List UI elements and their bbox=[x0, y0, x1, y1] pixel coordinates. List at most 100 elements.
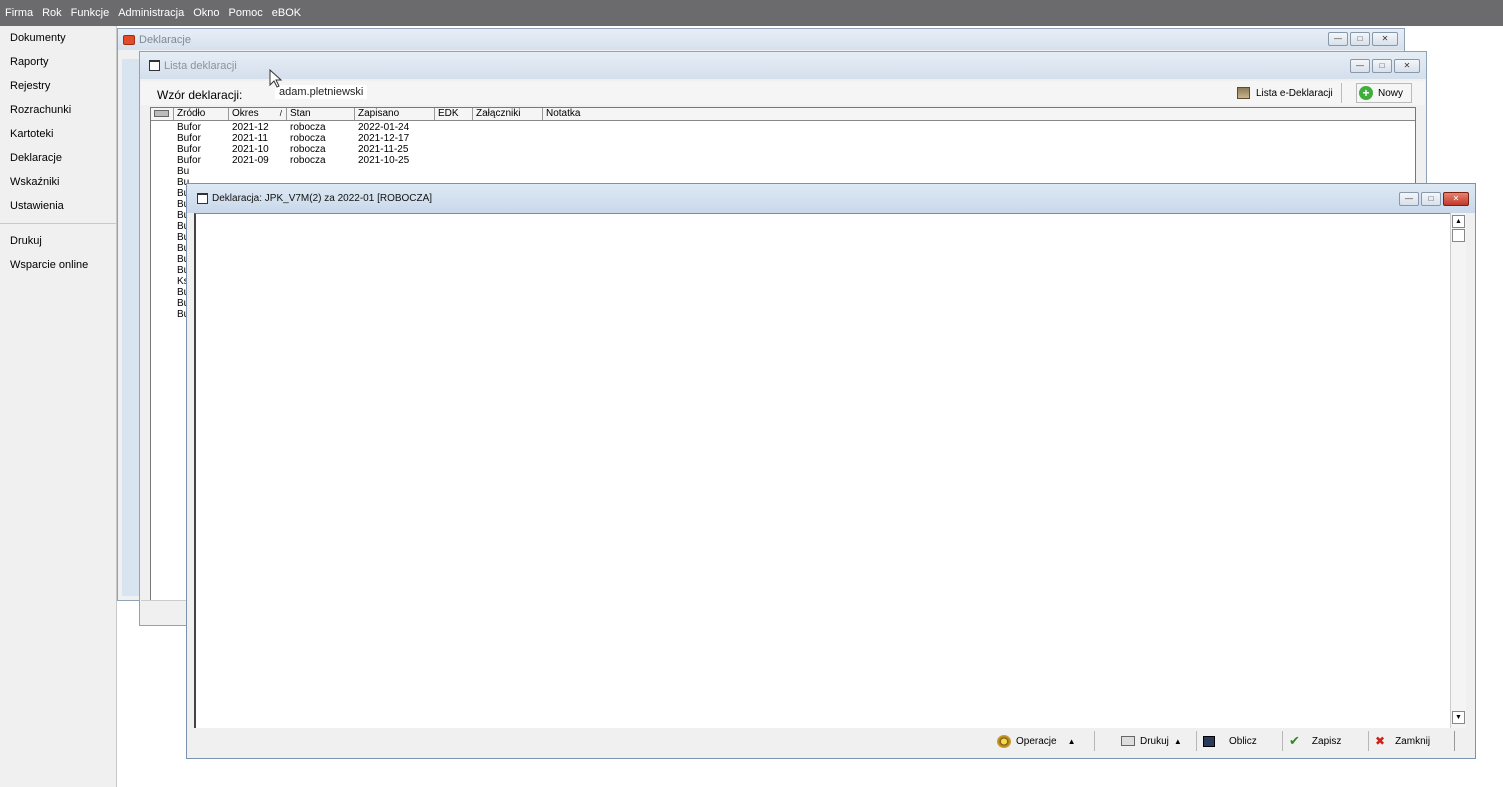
menu-rok[interactable]: Rok bbox=[42, 7, 62, 19]
caret-up-icon: ▲ bbox=[1067, 736, 1076, 746]
row-select-cell bbox=[151, 309, 174, 320]
menu-firma[interactable]: Firma bbox=[5, 7, 33, 19]
vertical-scrollbar[interactable]: ▲ ▼ bbox=[1450, 213, 1466, 728]
calculator-icon bbox=[1203, 735, 1215, 747]
sidebar-item-raporty[interactable]: Raporty bbox=[0, 50, 116, 74]
table-row[interactable]: Bufor 2021-11 robocza 2021-12-17 bbox=[151, 133, 1415, 144]
menu-bar: Firma Rok Funkcje Administracja Okno Pom… bbox=[0, 0, 1503, 26]
table-cell: robocza bbox=[290, 133, 326, 144]
table-cell: 2021-10 bbox=[232, 144, 269, 155]
sidebar-item-rejestry[interactable]: Rejestry bbox=[0, 74, 116, 98]
maximize-icon[interactable]: □ bbox=[1372, 59, 1392, 73]
drukuj-button[interactable]: Drukuj ▲ bbox=[1115, 731, 1197, 751]
operacje-button[interactable]: Operacje ▲ bbox=[991, 731, 1095, 751]
close-icon[interactable]: ✕ bbox=[1443, 192, 1469, 206]
wzor-value-tooltip[interactable]: adam.pletniewski bbox=[275, 85, 368, 99]
row-select-cell bbox=[151, 221, 174, 232]
table-row[interactable]: Bu bbox=[151, 166, 1415, 177]
table-cell: 2021-10-25 bbox=[358, 155, 410, 166]
table-row[interactable]: Bufor 2021-10 robocza 2021-11-25 bbox=[151, 144, 1415, 155]
wzor-label: Wzór deklaracji: bbox=[157, 88, 243, 102]
printer-icon bbox=[1121, 736, 1135, 746]
scroll-thumb[interactable] bbox=[1452, 229, 1465, 242]
col-notatka[interactable]: Notatka bbox=[543, 108, 643, 120]
table-cell: robocza bbox=[290, 122, 326, 133]
table-cell: Bufor bbox=[177, 122, 201, 133]
select-all-icon bbox=[154, 110, 169, 117]
table-cell: Bufor bbox=[177, 133, 201, 144]
menu-funkcje[interactable]: Funkcje bbox=[71, 7, 110, 19]
bottom-toolbar: Operacje ▲ Drukuj ▲ Oblicz ✔ Zapisz ✖ Za… bbox=[991, 731, 1455, 751]
zapisz-button[interactable]: ✔ Zapisz bbox=[1283, 731, 1369, 751]
lista-e-deklaracji-button[interactable]: Lista e-Deklaracji bbox=[1237, 83, 1342, 103]
menu-ebok[interactable]: eBOK bbox=[272, 7, 301, 19]
sidebar-item-kartoteki[interactable]: Kartoteki bbox=[0, 122, 116, 146]
row-select-cell bbox=[151, 133, 174, 144]
table-cell: robocza bbox=[290, 144, 326, 155]
sidebar-item-deklaracje[interactable]: Deklaracje bbox=[0, 146, 116, 170]
edit-doc-icon bbox=[149, 60, 160, 71]
row-select-cell bbox=[151, 188, 174, 199]
gears-icon bbox=[997, 734, 1011, 748]
table-cell: 2021-11-25 bbox=[358, 144, 409, 155]
plus-icon: + bbox=[1359, 86, 1373, 100]
oblicz-button[interactable]: Oblicz bbox=[1197, 731, 1283, 751]
scroll-up-icon[interactable]: ▲ bbox=[1452, 215, 1465, 228]
maximize-icon[interactable]: □ bbox=[1421, 192, 1441, 206]
col-zapisano[interactable]: Zapisano bbox=[355, 108, 435, 120]
table-cell: 2022-01-24 bbox=[358, 122, 410, 133]
window-body bbox=[122, 59, 140, 596]
sidebar-item-dokumenty[interactable]: Dokumenty bbox=[0, 26, 116, 50]
col-stan[interactable]: Stan bbox=[287, 108, 355, 120]
window-title: Deklaracje bbox=[139, 33, 191, 46]
sidebar-item-wskazniki[interactable]: Wskaźniki bbox=[0, 170, 116, 194]
bank-icon bbox=[1237, 87, 1250, 99]
zamknij-button[interactable]: ✖ Zamknij bbox=[1369, 731, 1455, 751]
menu-pomoc[interactable]: Pomoc bbox=[229, 7, 263, 19]
titlebar[interactable]: Deklaracja: JPK_V7M(2) za 2022-01 [ROBOC… bbox=[187, 184, 1475, 213]
mouse-cursor-icon bbox=[269, 69, 283, 88]
minimize-icon[interactable]: — bbox=[1399, 192, 1419, 206]
table-cell: 2021-12-17 bbox=[358, 133, 410, 144]
sidebar: Dokumenty Raporty Rejestry Rozrachunki K… bbox=[0, 26, 117, 787]
nowy-button[interactable]: + Nowy bbox=[1356, 83, 1412, 103]
sidebar-item-rozrachunki[interactable]: Rozrachunki bbox=[0, 98, 116, 122]
row-select-cell bbox=[151, 298, 174, 309]
scroll-down-icon[interactable]: ▼ bbox=[1452, 711, 1465, 724]
window-app-icon bbox=[123, 34, 135, 45]
titlebar[interactable]: Deklaracje — □ ✕ bbox=[118, 29, 1404, 50]
col-edk[interactable]: EDK bbox=[435, 108, 473, 120]
menu-administracja[interactable]: Administracja bbox=[118, 7, 184, 19]
row-select-cell bbox=[151, 243, 174, 254]
row-select-cell bbox=[151, 155, 174, 166]
sidebar-item-ustawienia[interactable]: Ustawienia bbox=[0, 194, 116, 218]
row-select-cell bbox=[151, 265, 174, 276]
minimize-icon[interactable]: — bbox=[1328, 32, 1348, 46]
table-row[interactable]: Bufor 2021-12 robocza 2022-01-24 bbox=[151, 122, 1415, 133]
menu-okno[interactable]: Okno bbox=[193, 7, 219, 19]
close-icon[interactable]: ✕ bbox=[1372, 32, 1398, 46]
titlebar[interactable]: Lista deklaracji — □ ✕ bbox=[140, 52, 1426, 79]
close-x-icon: ✖ bbox=[1375, 734, 1386, 748]
window-title: Deklaracja: JPK_V7M(2) za 2022-01 [ROBOC… bbox=[212, 193, 433, 204]
declaration-form-area bbox=[194, 213, 1458, 728]
minimize-icon[interactable]: — bbox=[1350, 59, 1370, 73]
close-icon[interactable]: ✕ bbox=[1394, 59, 1420, 73]
sidebar-item-wsparcie[interactable]: Wsparcie online bbox=[0, 253, 116, 277]
row-select-cell bbox=[151, 210, 174, 221]
maximize-icon[interactable]: □ bbox=[1350, 32, 1370, 46]
table-cell: Bu bbox=[177, 166, 190, 177]
table-cell: Bufor bbox=[177, 155, 201, 166]
table-cell: robocza bbox=[290, 155, 326, 166]
edit-doc-icon bbox=[197, 193, 208, 204]
table-cell: Bufor bbox=[177, 144, 201, 155]
sidebar-item-drukuj[interactable]: Drukuj bbox=[0, 229, 116, 253]
row-select-cell bbox=[151, 166, 174, 177]
col-okres[interactable]: Okres / bbox=[229, 108, 287, 120]
table-cell: 2021-09 bbox=[232, 155, 269, 166]
col-zalaczniki[interactable]: Załączniki bbox=[473, 108, 543, 120]
col-zrodlo[interactable]: Źródło bbox=[174, 108, 229, 120]
select-column-header[interactable] bbox=[151, 108, 174, 120]
table-row[interactable]: Bufor 2021-09 robocza 2021-10-25 bbox=[151, 155, 1415, 166]
caret-up-icon: ▲ bbox=[1173, 736, 1182, 746]
